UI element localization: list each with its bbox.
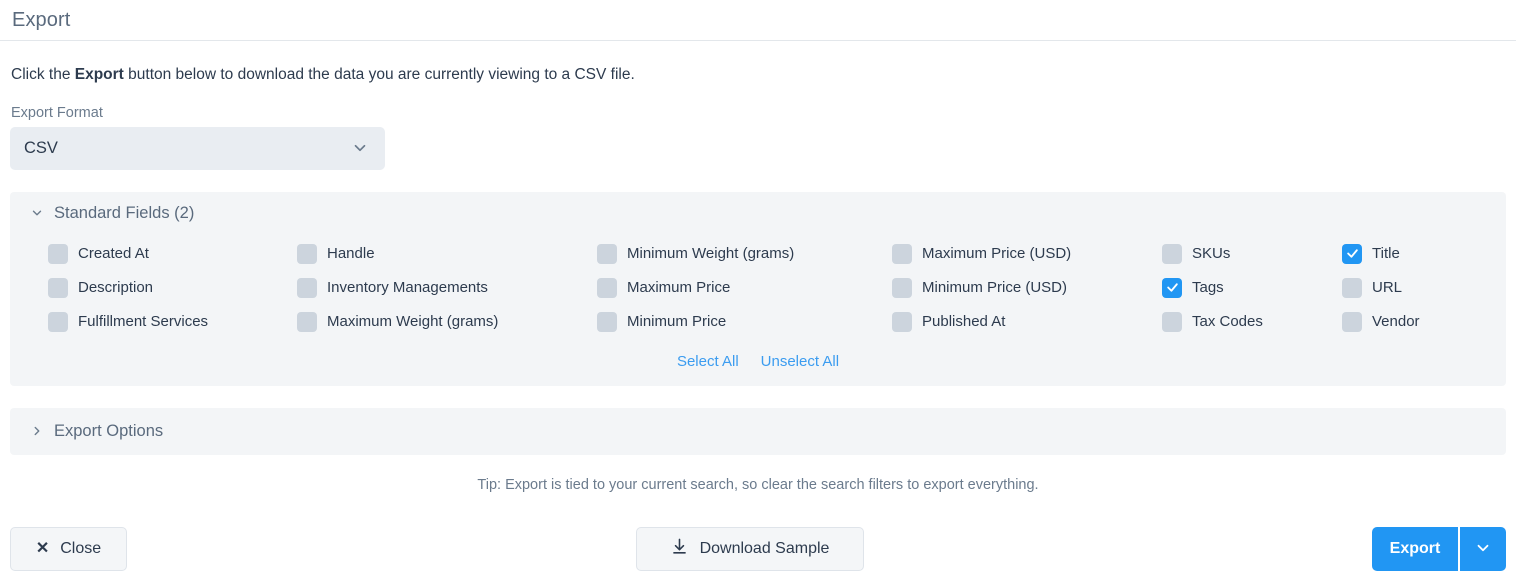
footer-left: ✕ Close: [10, 527, 127, 571]
field-label: Maximum Price (USD): [922, 245, 1072, 263]
export-format-select-wrap: CSV: [10, 126, 385, 170]
modal-header: Export: [0, 0, 1516, 41]
field-checkbox-item[interactable]: Published At: [892, 305, 1162, 339]
field-label: Maximum Weight (grams): [327, 313, 499, 331]
field-checkbox-item[interactable]: Fulfillment Services: [48, 305, 297, 339]
field-checkbox-item[interactable]: Maximum Price: [597, 271, 892, 305]
field-label: SKUs: [1192, 245, 1231, 263]
export-format-select[interactable]: CSV: [10, 126, 385, 170]
export-format-label: Export Format: [11, 104, 103, 121]
checkbox-unchecked-icon[interactable]: [597, 311, 617, 332]
standard-fields-panel: Standard Fields (2) Created At Handle Mini…: [10, 191, 1506, 386]
download-icon: [670, 537, 689, 561]
footer-center: Download Sample: [127, 527, 1372, 571]
field-checkbox-item[interactable]: Title: [1342, 237, 1516, 271]
standard-fields-header[interactable]: Standard Fields (2): [10, 192, 1506, 231]
tip-text: Tip: Export is tied to your current sear…: [477, 476, 1039, 493]
checkbox-unchecked-icon[interactable]: [1342, 311, 1362, 332]
field-label: Maximum Price: [627, 279, 731, 297]
intro-text-bold: Export: [74, 66, 124, 83]
checkbox-unchecked-icon[interactable]: [48, 243, 68, 264]
field-checkbox-item[interactable]: URL: [1342, 271, 1516, 305]
field-checkbox-item[interactable]: Tax Codes: [1162, 305, 1342, 339]
modal-footer: ✕ Close Download Sample Export: [0, 515, 1516, 583]
export-options-panel: Export Options: [10, 407, 1506, 455]
chevron-down-icon: [30, 206, 44, 220]
close-x-icon: ✕: [35, 540, 50, 557]
field-checkbox-item[interactable]: SKUs: [1162, 237, 1342, 271]
checkbox-checked-icon[interactable]: [1162, 277, 1182, 298]
export-dropdown-button[interactable]: [1460, 527, 1506, 571]
chevron-right-icon: [30, 424, 44, 438]
checkbox-unchecked-icon[interactable]: [892, 311, 912, 332]
unselect-all-link[interactable]: Unselect All: [761, 353, 839, 370]
download-sample-label: Download Sample: [699, 540, 830, 557]
export-options-header[interactable]: Export Options: [10, 408, 1506, 455]
field-label: Handle: [327, 245, 375, 263]
chevron-down-icon: [1474, 539, 1492, 560]
checkbox-unchecked-icon[interactable]: [597, 243, 617, 264]
checkbox-unchecked-icon[interactable]: [1162, 243, 1182, 264]
checkbox-unchecked-icon[interactable]: [297, 311, 317, 332]
checkbox-unchecked-icon[interactable]: [48, 311, 68, 332]
field-checkbox-item[interactable]: Inventory Managements: [297, 271, 597, 305]
field-label: Published At: [922, 313, 1006, 331]
field-checkbox-item[interactable]: Vendor: [1342, 305, 1516, 339]
field-label: Inventory Managements: [327, 279, 488, 297]
page-title: Export: [12, 8, 71, 31]
standard-fields-title: Standard Fields (2): [54, 203, 195, 222]
field-label: Description: [78, 279, 154, 297]
field-label: Vendor: [1372, 313, 1420, 331]
field-label: Minimum Price (USD): [922, 279, 1068, 297]
export-options-title: Export Options: [54, 421, 164, 440]
checkbox-unchecked-icon[interactable]: [48, 277, 68, 298]
checkbox-unchecked-icon[interactable]: [297, 277, 317, 298]
field-label: Fulfillment Services: [78, 313, 209, 331]
field-checkbox-item[interactable]: Description: [48, 271, 297, 305]
export-modal: Export Click the Export button below to …: [0, 0, 1516, 583]
export-button[interactable]: Export: [1372, 527, 1458, 571]
field-label: Title: [1372, 245, 1400, 263]
close-button-label: Close: [60, 540, 102, 557]
field-label: Tax Codes: [1192, 313, 1263, 331]
intro-text-after: button below to download the data you ar…: [123, 66, 635, 83]
checkbox-unchecked-icon[interactable]: [892, 277, 912, 298]
field-checkbox-item[interactable]: Maximum Price (USD): [892, 237, 1162, 271]
field-label: Tags: [1192, 279, 1224, 297]
close-button[interactable]: ✕ Close: [10, 527, 127, 571]
field-checkbox-item[interactable]: Minimum Weight (grams): [597, 237, 892, 271]
download-sample-button[interactable]: Download Sample: [635, 527, 864, 571]
intro-text-before: Click the: [11, 66, 75, 83]
field-label: Minimum Price: [627, 313, 727, 331]
select-all-link[interactable]: Select All: [677, 353, 739, 370]
checkbox-unchecked-icon[interactable]: [597, 277, 617, 298]
checkbox-unchecked-icon[interactable]: [297, 243, 317, 264]
field-checkbox-item[interactable]: Minimum Price: [597, 305, 892, 339]
field-checkbox-item[interactable]: Created At: [48, 237, 297, 271]
field-checkbox-item[interactable]: Maximum Weight (grams): [297, 305, 597, 339]
intro-text: Click the Export button below to downloa…: [11, 66, 1506, 85]
checkbox-unchecked-icon[interactable]: [1342, 277, 1362, 298]
field-label: Minimum Weight (grams): [627, 245, 795, 263]
checkbox-unchecked-icon[interactable]: [1162, 311, 1182, 332]
field-checkbox-item[interactable]: Handle: [297, 237, 597, 271]
field-checkbox-item[interactable]: Minimum Price (USD): [892, 271, 1162, 305]
footer-right: Export: [1372, 527, 1506, 571]
field-label: URL: [1372, 279, 1403, 297]
export-format-value: CSV: [24, 138, 58, 157]
checkbox-unchecked-icon[interactable]: [892, 243, 912, 264]
checkbox-checked-icon[interactable]: [1342, 243, 1362, 264]
standard-fields-links: Select All Unselect All: [10, 339, 1506, 386]
standard-fields-grid: Created At Handle Minimum Weight (grams) Ma…: [10, 231, 1506, 339]
modal-body: Click the Export button below to downloa…: [0, 66, 1516, 493]
field-checkbox-item[interactable]: Tags: [1162, 271, 1342, 305]
field-label: Created At: [78, 245, 149, 263]
